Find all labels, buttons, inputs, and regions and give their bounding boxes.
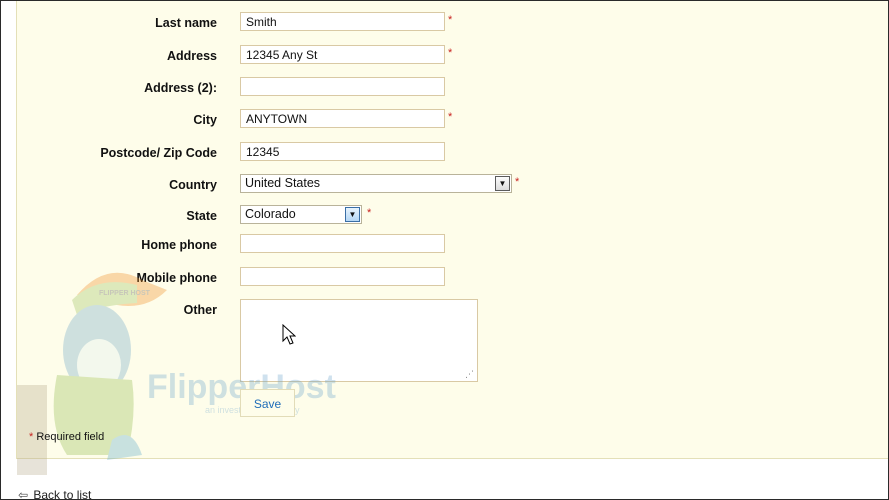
country-label: Country [169, 178, 217, 192]
postcode-input[interactable]: 12345 [240, 142, 445, 161]
required-star: * [448, 111, 453, 123]
state-select[interactable]: Colorado ▼ [240, 205, 362, 224]
back-to-list-link[interactable]: ⇦ Back to list [18, 488, 92, 500]
required-star: * [448, 47, 453, 59]
country-selected-value: United States [245, 176, 321, 190]
chevron-down-icon[interactable]: ▼ [345, 207, 360, 222]
row-state: State Colorado ▼ * [17, 205, 877, 229]
browser-viewport: Last name Smith * Address 12345 Any St *… [0, 0, 889, 500]
home-phone-input[interactable] [240, 234, 445, 253]
row-country: Country United States ▼ * [17, 174, 877, 198]
other-textarea[interactable]: ⋰ [240, 299, 478, 382]
required-star: * [448, 14, 453, 26]
address-label: Address [166, 49, 217, 63]
other-label: Other [183, 303, 217, 317]
form-panel: Last name Smith * Address 12345 Any St *… [16, 1, 888, 475]
row-other: Other ⋰ [17, 299, 877, 385]
address2-label: Address (2): [144, 81, 217, 95]
row-mobile-phone: Mobile phone [17, 267, 877, 291]
row-city: City ANYTOWN * [17, 109, 877, 133]
required-field-text: Required field [36, 431, 105, 443]
last-name-label: Last name [155, 16, 217, 30]
row-address: Address 12345 Any St * [17, 45, 877, 69]
save-button[interactable]: Save [240, 389, 295, 417]
city-label: City [193, 113, 217, 127]
arrow-left-icon: ⇦ [18, 488, 29, 500]
mobile-phone-label: Mobile phone [136, 271, 217, 285]
postcode-label: Postcode/ Zip Code [100, 146, 217, 160]
last-name-input[interactable]: Smith [240, 12, 445, 31]
mouse-cursor-icon [282, 324, 296, 345]
country-select[interactable]: United States ▼ [240, 174, 512, 193]
address2-input[interactable] [240, 77, 445, 96]
required-star: * [29, 431, 34, 443]
row-last-name: Last name Smith * [17, 12, 877, 36]
row-home-phone: Home phone [17, 234, 877, 258]
svg-text:FLIPPER HOST: FLIPPER HOST [99, 290, 151, 297]
state-label: State [186, 209, 217, 223]
required-star: * [515, 176, 520, 188]
back-to-list-label: Back to list [33, 488, 92, 500]
mobile-phone-input[interactable] [240, 267, 445, 286]
city-input[interactable]: ANYTOWN [240, 109, 445, 128]
row-address2: Address (2): [17, 77, 877, 101]
address-input[interactable]: 12345 Any St [240, 45, 445, 64]
home-phone-label: Home phone [141, 238, 217, 252]
chevron-down-icon[interactable]: ▼ [495, 176, 510, 191]
row-postcode: Postcode/ Zip Code 12345 [17, 142, 877, 166]
state-selected-value: Colorado [245, 207, 296, 221]
resize-grip-icon[interactable]: ⋰ [465, 370, 474, 379]
required-star: * [367, 207, 372, 219]
required-field-note: * Required field [29, 431, 104, 443]
